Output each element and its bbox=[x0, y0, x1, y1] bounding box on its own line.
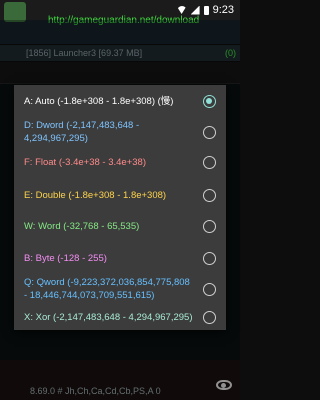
option-label: B: Byte (-128 - 255) bbox=[24, 253, 107, 264]
status-time: 9:23 bbox=[212, 4, 234, 16]
radio-double[interactable] bbox=[203, 189, 216, 202]
option-dword[interactable]: D: Dword (-2,147,483,648 - 4,294,967,295… bbox=[14, 118, 226, 146]
value-type-dialog: A: Auto (-1.8e+308 - 1.8e+308) (慢) D: Dw… bbox=[14, 85, 226, 330]
option-xor[interactable]: X: Xor (-2,147,483,648 - 4,294,967,295) bbox=[14, 309, 226, 326]
option-label: W: Word (-32,768 - 65,535) bbox=[24, 221, 140, 232]
option-word[interactable]: W: Word (-32,768 - 65,535) bbox=[14, 218, 226, 235]
radio-xor[interactable] bbox=[203, 311, 216, 324]
option-label: A: Auto (-1.8e+308 - 1.8e+308) (慢) bbox=[24, 96, 174, 107]
option-qword[interactable]: Q: Qword (-9,223,372,036,854,775,808 - 1… bbox=[14, 275, 226, 303]
option-double[interactable]: E: Double (-1.8e+308 - 1.8e+308) bbox=[14, 187, 226, 204]
battery-icon bbox=[203, 5, 209, 15]
option-auto[interactable]: A: Auto (-1.8e+308 - 1.8e+308) (慢) bbox=[14, 93, 226, 110]
option-byte[interactable]: B: Byte (-128 - 255) bbox=[14, 250, 226, 267]
option-label: D: Dword (-2,147,483,648 - 4,294,967,295… bbox=[24, 120, 140, 144]
option-label: X: Xor (-2,147,483,648 - 4,294,967,295) bbox=[24, 312, 193, 323]
option-label: Q: Qword (-9,223,372,036,854,775,808 - 1… bbox=[24, 277, 190, 301]
signal-icon bbox=[190, 5, 200, 15]
option-float[interactable]: F: Float (-3.4e+38 - 3.4e+38) bbox=[14, 154, 226, 171]
option-label: E: Double (-1.8e+308 - 1.8e+308) bbox=[24, 190, 167, 201]
app-logo-icon bbox=[4, 2, 26, 22]
wifi-icon bbox=[176, 6, 187, 14]
radio-byte[interactable] bbox=[203, 252, 216, 265]
radio-auto[interactable] bbox=[203, 95, 216, 108]
radio-dword[interactable] bbox=[203, 125, 216, 139]
radio-qword[interactable] bbox=[203, 282, 216, 296]
radio-float[interactable] bbox=[203, 156, 216, 169]
radio-word[interactable] bbox=[203, 220, 216, 233]
option-label: F: Float (-3.4e+38 - 3.4e+38) bbox=[24, 157, 146, 168]
